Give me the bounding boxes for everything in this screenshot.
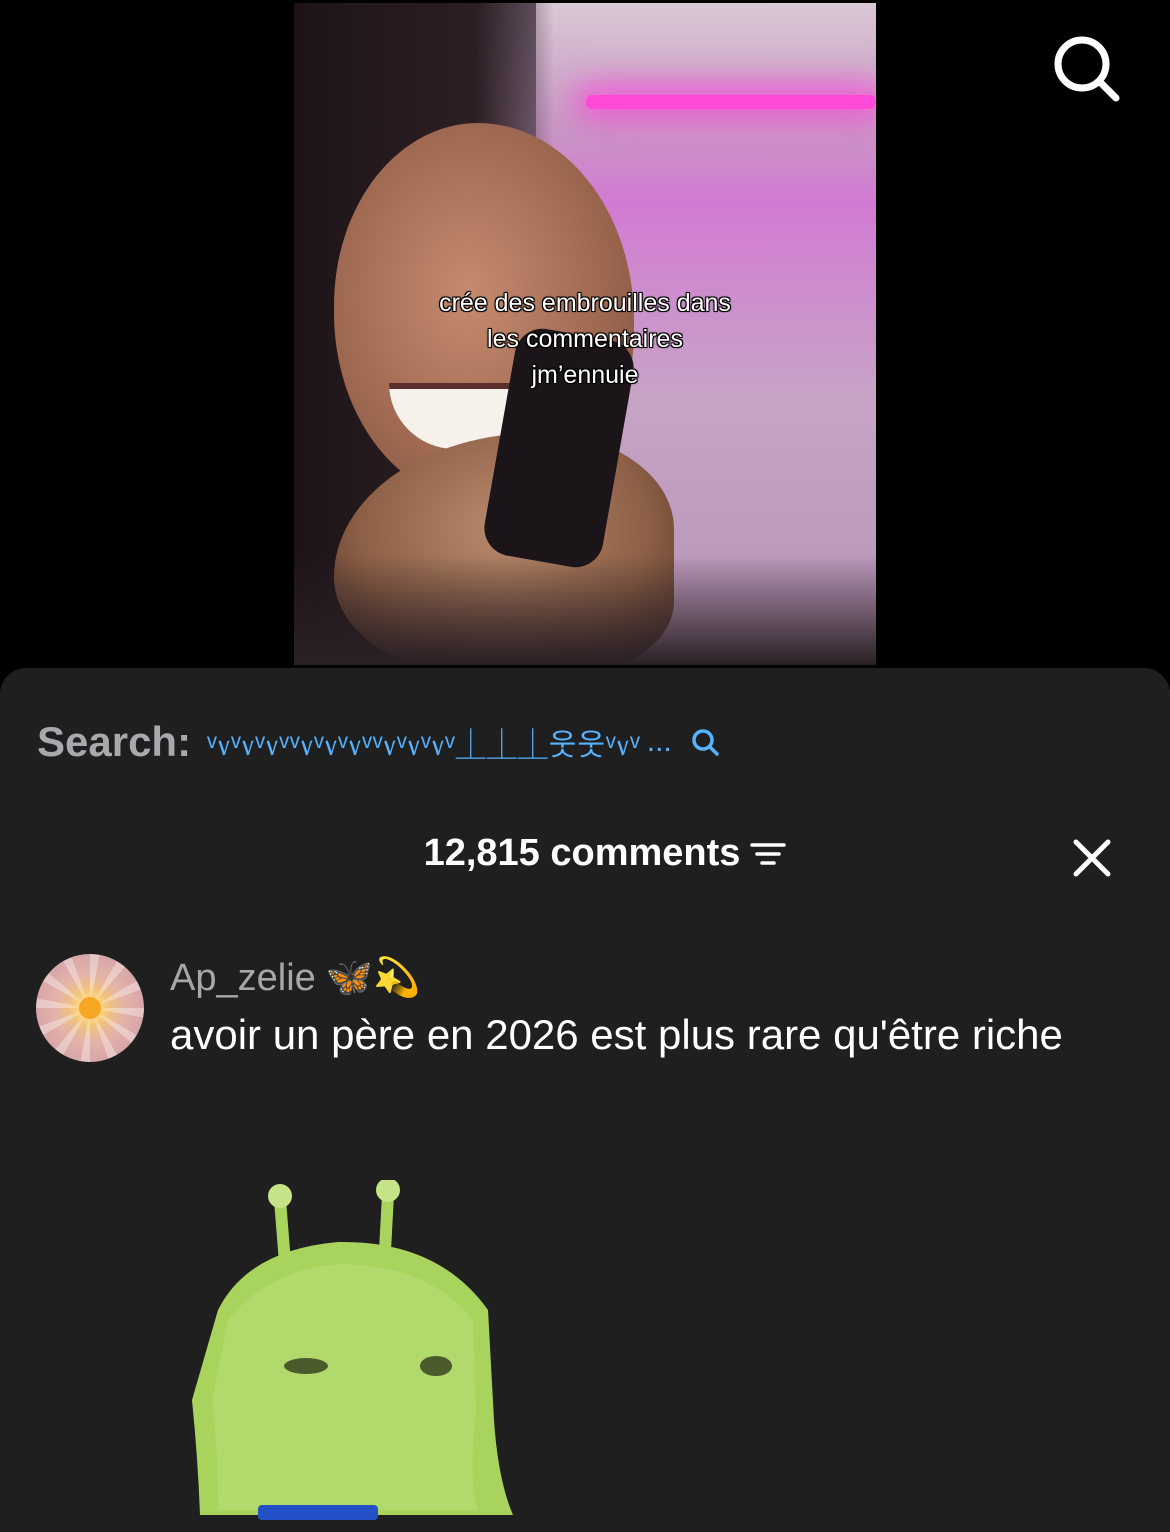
green-alien-cat-sticker: [192, 1180, 513, 1520]
username-emojis: 🦋💫: [325, 957, 421, 999]
caption-line: crée des embrouilles dans: [439, 289, 731, 317]
search-icon[interactable]: [690, 727, 720, 757]
search-query[interactable]: ᵛ᥎ᵛ᥎ᵛ᥎ᵛᵛ᥎ᵛ᥎ᵛ᥎ᵛᵛ᥎ᵛ᥎ᵛ᥎ᵛ⏊⏊⏊웃웃ᵛ᥎ᵛ: [207, 720, 641, 764]
search-suggestion[interactable]: Search: ᵛ᥎ᵛ᥎ᵛ᥎ᵛᵛ᥎ᵛ᥎ᵛ᥎ᵛᵛ᥎ᵛ᥎ᵛ᥎ᵛ⏊⏊⏊웃웃ᵛ᥎ᵛ ..…: [37, 712, 720, 772]
video-caption: crée des embrouilles dans les commentair…: [294, 285, 876, 393]
avatar-core: [79, 997, 101, 1019]
comments-count: 12,815 comments: [423, 832, 741, 874]
comments-sheet: Search: ᵛ᥎ᵛ᥎ᵛ᥎ᵛᵛ᥎ᵛ᥎ᵛ᥎ᵛᵛ᥎ᵛ᥎ᵛ᥎ᵛ⏊⏊⏊웃웃ᵛ᥎ᵛ ..…: [0, 668, 1170, 1532]
video-player[interactable]: crée des embrouilles dans les commentair…: [294, 3, 876, 665]
comment-text: avoir un père en 2026 est plus rare qu'ê…: [170, 1011, 1063, 1058]
caption-line: jm’ennuie: [531, 361, 639, 389]
comment-username: Ap_zelie: [170, 956, 316, 999]
comments-header: 12,815 comments: [0, 828, 1170, 884]
filter-icon[interactable]: [750, 840, 787, 868]
video-bottom-shade: [294, 555, 876, 665]
comment-username-row[interactable]: Ap_zelie 🦋💫: [170, 956, 420, 1000]
search-icon[interactable]: [1050, 32, 1122, 104]
avatar[interactable]: [36, 954, 144, 1062]
close-icon[interactable]: [1068, 834, 1116, 882]
search-label: Search:: [37, 718, 192, 765]
caption-line: les commentaires: [487, 325, 683, 353]
comments-count-button[interactable]: 12,815 comments: [424, 832, 787, 875]
search-ellipsis: ...: [646, 725, 672, 758]
neon-light: [586, 95, 876, 109]
